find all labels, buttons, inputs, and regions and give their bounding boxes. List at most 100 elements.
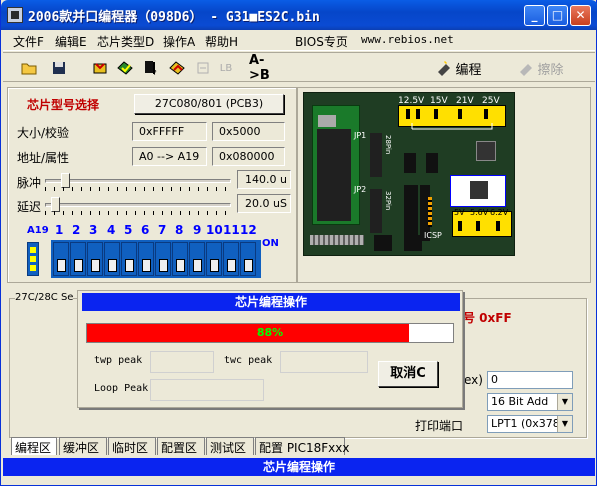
- dip-switch[interactable]: [172, 242, 188, 276]
- dip-number: 2: [72, 223, 81, 237]
- tab-program-area[interactable]: 编程区: [11, 437, 57, 455]
- dip-switch[interactable]: [138, 242, 154, 276]
- dip-number: 9: [193, 223, 202, 237]
- tab-config[interactable]: 配置区: [157, 437, 205, 455]
- website-link[interactable]: www.rebios.net: [361, 33, 454, 46]
- chip-read-icon[interactable]: [91, 57, 111, 79]
- twp-field: [150, 351, 214, 373]
- status-bar: 芯片编程操作: [3, 458, 595, 476]
- dip-number: 1: [55, 223, 64, 237]
- dip-switch[interactable]: [104, 242, 120, 276]
- menu-help[interactable]: 帮助H: [205, 33, 238, 50]
- tab-pic18f-config[interactable]: 配置 PIC18Fxxx: [255, 437, 349, 455]
- pin28-label: 28Pin: [384, 135, 392, 155]
- a19-switch[interactable]: [27, 242, 39, 276]
- dip-switch[interactable]: [223, 242, 239, 276]
- disabled-chip-icon: [193, 57, 213, 79]
- program-icon: [438, 61, 451, 76]
- dip-number: 7: [158, 223, 167, 237]
- pulse-label: 脉冲: [17, 176, 42, 190]
- voltage-5-label: 5V: [454, 208, 465, 217]
- dip-switch[interactable]: [53, 242, 69, 276]
- close-button[interactable]: ✕: [570, 5, 591, 26]
- pin32-label: 32Pin: [384, 191, 392, 211]
- chip-blank-check-icon[interactable]: ?: [141, 57, 163, 79]
- lb-button: LB: [219, 62, 233, 74]
- voltage-21-label: 21V: [456, 96, 474, 106]
- open-folder-icon[interactable]: [19, 57, 39, 79]
- ex-label: ex): [464, 373, 483, 387]
- chip-verify-icon[interactable]: [115, 57, 137, 79]
- erase-icon: [520, 64, 533, 76]
- a19-label: A19: [27, 225, 49, 236]
- port-label: 打印端口: [415, 419, 464, 433]
- chip-select-label: 芯片型号选择: [27, 98, 100, 112]
- erase-button: 擦除: [513, 57, 569, 79]
- minimize-button[interactable]: _: [524, 5, 545, 26]
- menu-bar: 文件F 编辑E 芯片类型D 操作A 帮助H BIOS专页 www.rebios.…: [3, 30, 595, 51]
- dip-number: 11: [223, 223, 240, 237]
- window-title: 2006款并口编程器（098D6） - G31■ES2C.bin: [28, 10, 320, 25]
- dip-switch[interactable]: [189, 242, 205, 276]
- dip-number: 5: [124, 223, 133, 237]
- port-select[interactable]: LPT1 (0x378) ▼: [487, 415, 573, 433]
- dip-switch[interactable]: [240, 242, 256, 276]
- pulse-slider-thumb[interactable]: [61, 173, 70, 188]
- delay-label: 延迟: [17, 200, 42, 214]
- menu-bios-page[interactable]: BIOS专页: [295, 33, 348, 50]
- jp1-label: JP1: [354, 131, 367, 140]
- menu-edit[interactable]: 编辑E: [55, 33, 87, 50]
- voltage-15-label: 15V: [430, 96, 448, 106]
- maximize-button[interactable]: □: [547, 5, 568, 26]
- delay-slider-thumb[interactable]: [51, 197, 60, 212]
- jp2-label: JP2: [354, 185, 367, 194]
- bit-mode-value: 16 Bit Add: [491, 395, 549, 408]
- dip-switch[interactable]: [70, 242, 86, 276]
- chevron-down-icon[interactable]: ▼: [557, 416, 572, 432]
- pulse-value: 140.0 u: [237, 170, 291, 189]
- dip-switch[interactable]: [87, 242, 103, 276]
- ex-input[interactable]: 0: [487, 371, 573, 389]
- twp-label: twp peak: [94, 355, 143, 366]
- loop-field: [150, 379, 264, 401]
- cancel-button[interactable]: 取消C: [378, 361, 438, 387]
- pulse-slider[interactable]: [45, 172, 231, 191]
- programming-dialog: 芯片编程操作 88% twp peak twc peak Loop Peak 取…: [77, 290, 463, 408]
- delay-slider[interactable]: [45, 196, 231, 215]
- menu-chip-type[interactable]: 芯片类型D: [97, 33, 154, 50]
- twc-field: [280, 351, 368, 373]
- voltage-25-label: 25V: [482, 96, 500, 106]
- a-to-b-button[interactable]: A->B: [249, 53, 283, 83]
- program-label: 编程: [455, 62, 482, 78]
- menu-file[interactable]: 文件F: [13, 33, 44, 50]
- dip-switch[interactable]: [206, 242, 222, 276]
- address-attr-label: 地址/属性: [17, 151, 70, 165]
- chevron-down-icon[interactable]: ▼: [557, 394, 572, 410]
- dip-switch[interactable]: [155, 242, 171, 276]
- tab-test[interactable]: 测试区: [206, 437, 254, 455]
- voltage-12-5-label: 12.5V: [398, 96, 425, 106]
- title-bar: 2006款并口编程器（098D6） - G31■ES2C.bin _ □ ✕: [1, 0, 597, 30]
- menu-operation[interactable]: 操作A: [163, 33, 195, 50]
- delay-value: 20.0 uS: [237, 194, 291, 213]
- bit-mode-select[interactable]: 16 Bit Add ▼: [487, 393, 573, 411]
- voltage-5-6-label: 5.6V: [470, 208, 489, 217]
- dip-number: 3: [89, 223, 98, 237]
- programmer-board-image: 12.5V 15V 21V 25V JP1 JP2 28Pin 32Pin IC…: [303, 92, 515, 256]
- dip-switch[interactable]: [121, 242, 137, 276]
- size-checksum-label: 大小/校验: [17, 126, 70, 140]
- progress-bar: 88%: [86, 323, 454, 343]
- dip-number: 8: [175, 223, 184, 237]
- chip-protect-icon[interactable]: [167, 57, 189, 79]
- tab-buffer[interactable]: 缓冲区: [59, 437, 107, 455]
- chip-model-button[interactable]: 27C080/801 (PCB3): [134, 94, 284, 114]
- port-value: LPT1 (0x378): [491, 417, 565, 430]
- dip-number: 4: [107, 223, 116, 237]
- tab-temp[interactable]: 临时区: [108, 437, 156, 455]
- attr-field: 0x080000: [212, 147, 285, 166]
- save-icon[interactable]: [49, 57, 69, 79]
- progress-text: 88%: [256, 326, 284, 339]
- dip-on-label: ON: [262, 238, 279, 249]
- checksum-field: 0x5000: [212, 122, 285, 141]
- program-button[interactable]: 编程: [431, 57, 487, 79]
